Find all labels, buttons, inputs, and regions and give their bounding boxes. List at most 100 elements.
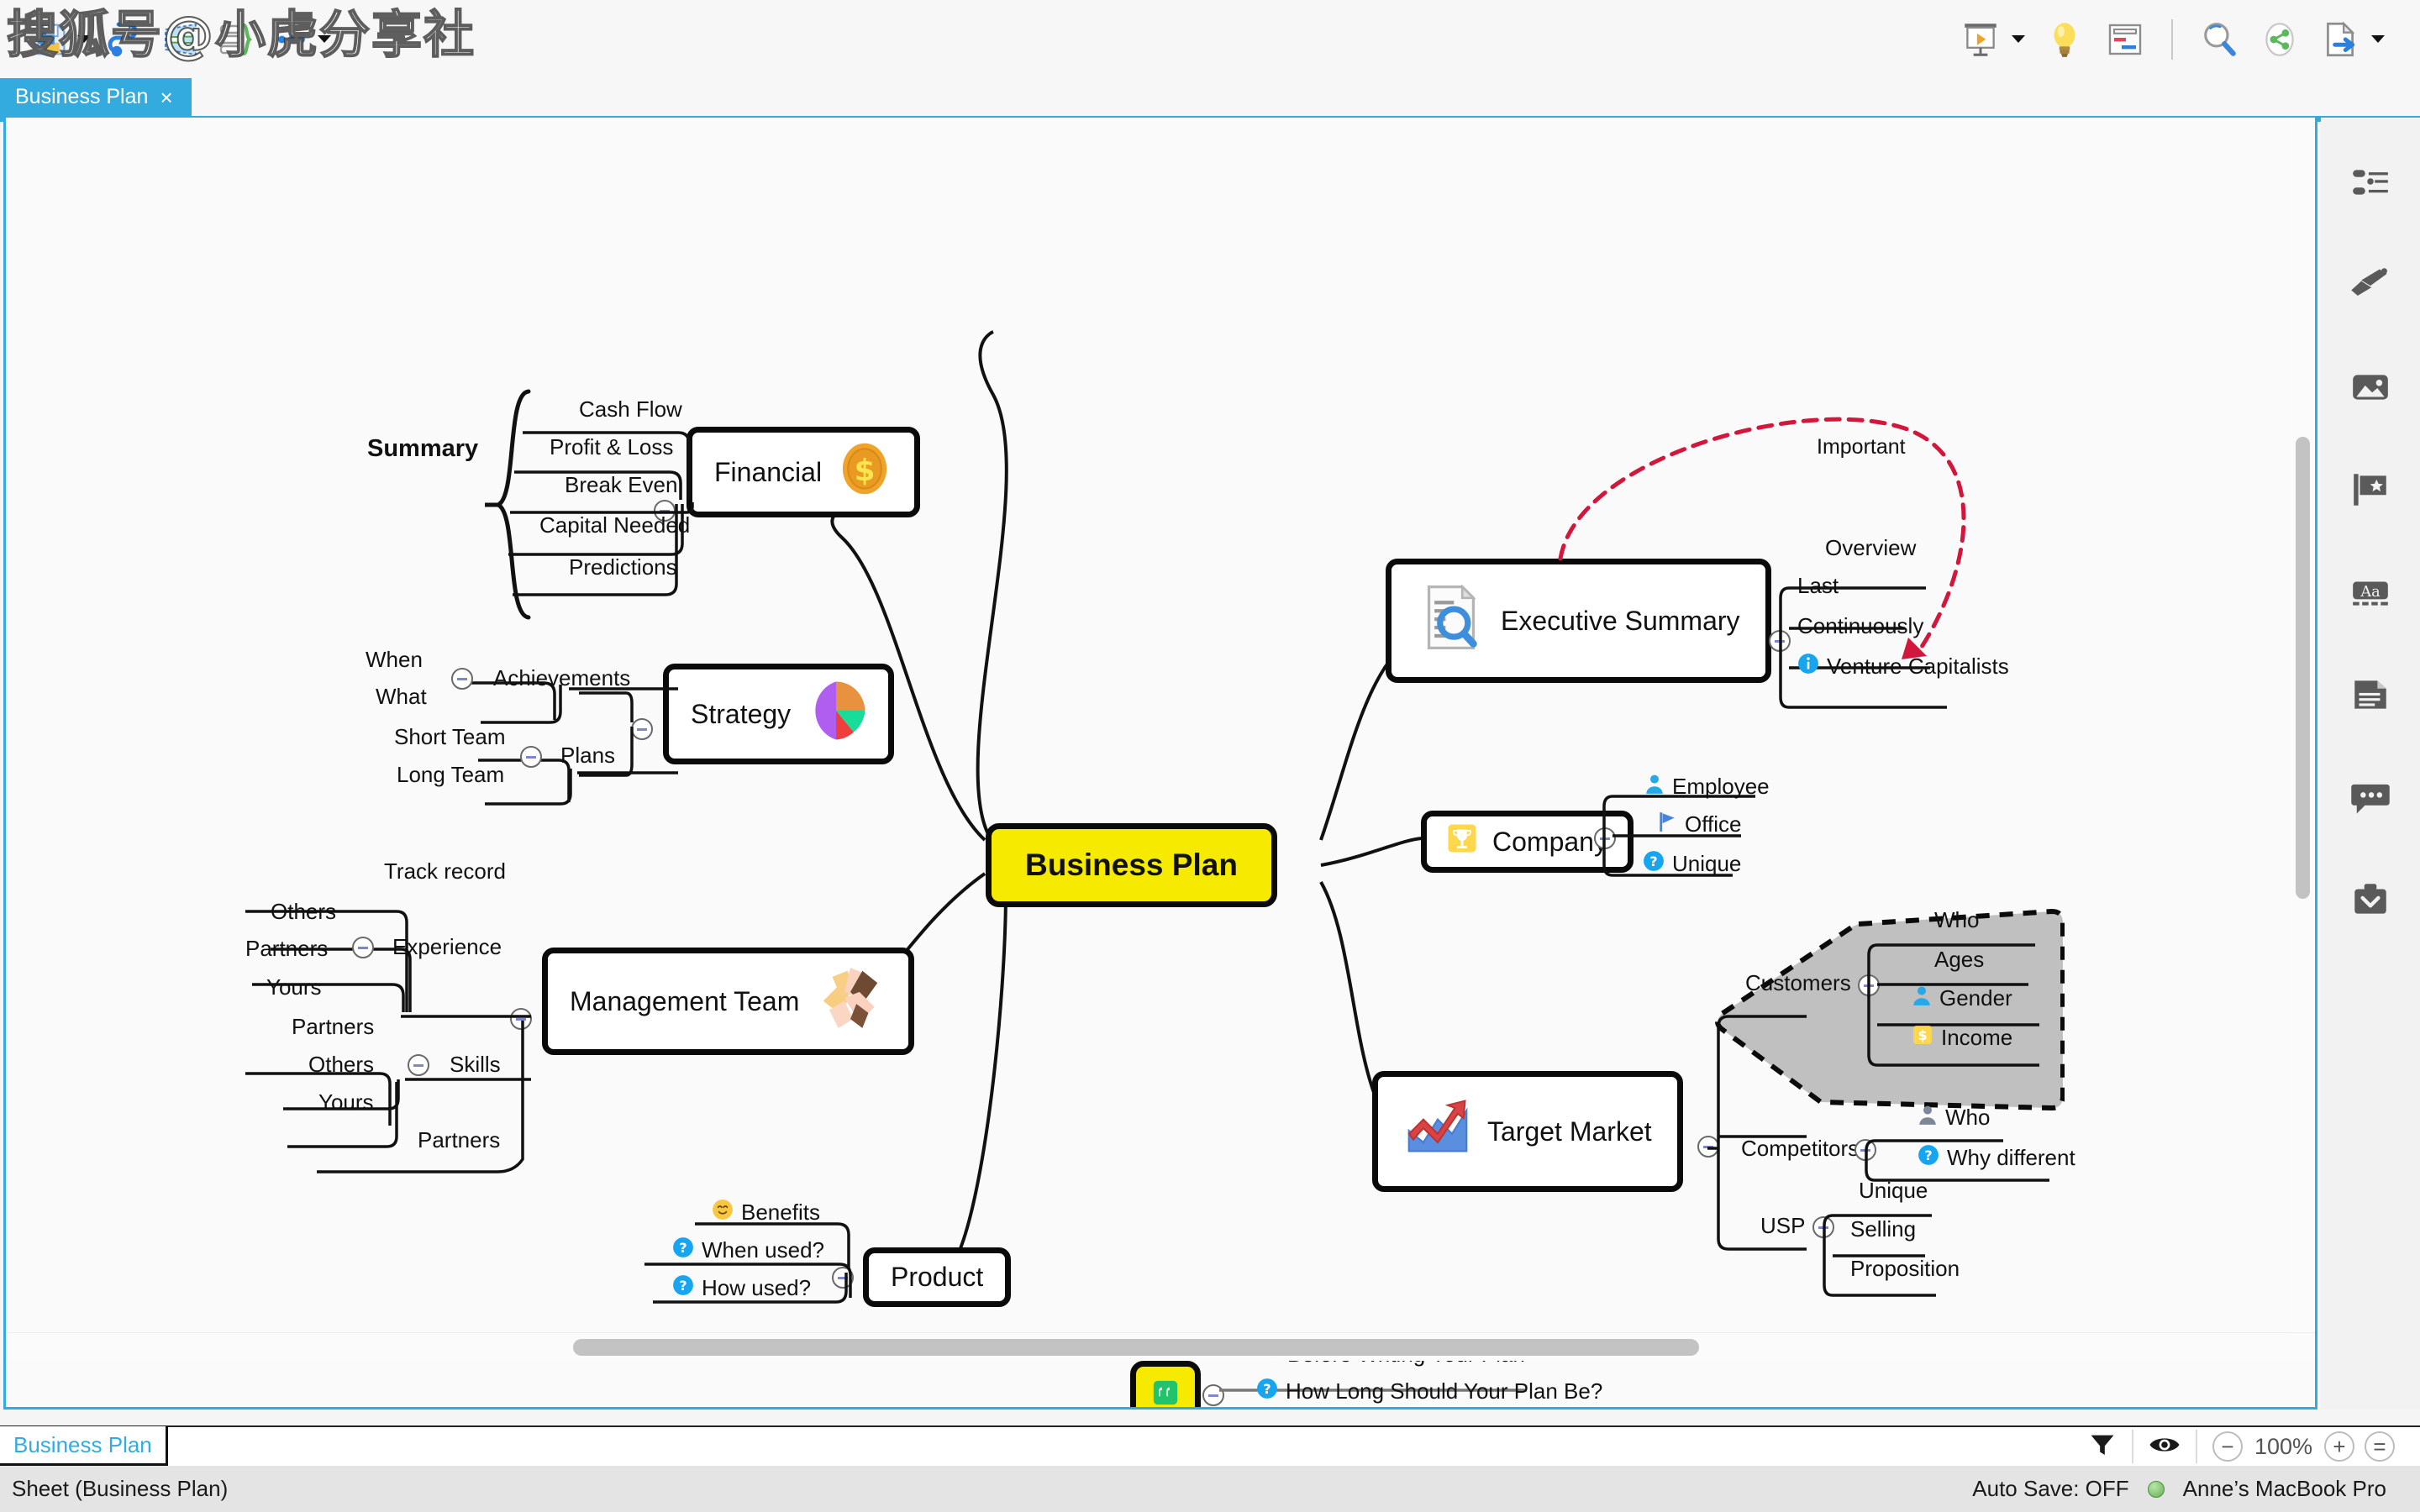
fit-to-screen-button[interactable]: = — [2365, 1431, 2395, 1462]
subtopic-skills-partners[interactable]: Partners — [283, 1012, 382, 1047]
management-team-box[interactable]: Management Team — [542, 948, 915, 1055]
subtopic-plans[interactable]: Plans — [552, 741, 623, 775]
presentation-icon[interactable] — [1954, 13, 2007, 66]
save-icon[interactable] — [25, 13, 77, 66]
subtopic-skills-others[interactable]: Others — [300, 1050, 382, 1084]
style-brush-icon[interactable] — [2339, 254, 2402, 316]
topic-floating-note[interactable] — [1130, 1361, 1201, 1407]
subtopic-long-team[interactable]: Long Team — [388, 760, 513, 795]
save-dropdown-caret[interactable] — [77, 35, 91, 43]
filter-icon[interactable] — [2088, 1431, 2117, 1463]
subtopic-office[interactable]: Office — [1649, 809, 1749, 845]
topic-financial[interactable]: Financial $ — [687, 427, 921, 517]
financial-box[interactable]: Financial $ — [687, 427, 921, 517]
topic-product[interactable]: Product — [863, 1247, 1012, 1307]
zoom-level-label[interactable]: 100% — [2254, 1434, 2312, 1460]
summary-icon[interactable] — [210, 13, 262, 66]
properties-icon[interactable] — [2339, 151, 2402, 213]
subtopic-profit-loss[interactable]: Profit & Loss — [541, 433, 681, 467]
central-topic-label: Business Plan — [1025, 848, 1238, 882]
subtopic-experience-yours[interactable]: Yours — [258, 973, 330, 1007]
export-dropdown-caret[interactable] — [2371, 35, 2385, 43]
task-clipboard-icon[interactable] — [2339, 869, 2402, 931]
subtopic-short-team[interactable]: Short Team — [386, 722, 513, 757]
marker-flag-icon[interactable] — [2339, 459, 2402, 521]
subtopic-capital-needed[interactable]: Capital Needed — [531, 511, 698, 545]
subtopic-competitors-who[interactable]: Who — [1909, 1102, 1998, 1138]
strategy-box[interactable]: Strategy — [663, 664, 895, 764]
map-canvas[interactable]: Business Plan Financial $ Cash Flow Prof… — [6, 118, 2315, 1407]
subtopic-customers[interactable]: Customers — [1737, 969, 1860, 1003]
sheet-tab[interactable]: Business Plan — [0, 1426, 168, 1467]
topic-strategy[interactable]: Strategy — [663, 664, 895, 764]
more-icon[interactable] — [266, 13, 318, 66]
subtopic-experience[interactable]: Experience — [384, 932, 510, 967]
subtopic-usp-unique[interactable]: Unique — [1850, 1176, 1936, 1210]
relationship-label[interactable]: Important — [1817, 435, 1906, 459]
subtopic-management-partners[interactable]: Partners — [409, 1126, 508, 1160]
topic-target-market[interactable]: Target Market — [1372, 1071, 1683, 1192]
floating-note-box[interactable] — [1130, 1361, 1201, 1407]
relationship-important[interactable] — [1552, 407, 2073, 693]
relationship-icon[interactable] — [99, 13, 151, 66]
more-dropdown-caret[interactable] — [318, 35, 331, 43]
horizontal-scrollbar-thumb[interactable] — [573, 1339, 1699, 1356]
presentation-dropdown-caret[interactable] — [2012, 35, 2025, 43]
target-market-box[interactable]: Target Market — [1372, 1071, 1683, 1192]
share-icon[interactable] — [2254, 13, 2306, 66]
subtopic-customers-who[interactable]: Who — [1926, 906, 1987, 940]
subtopic-income[interactable]: $ Income — [1903, 1022, 2021, 1058]
subtopic-achievements[interactable]: Achievements — [485, 664, 639, 698]
subtopic-ages[interactable]: Ages — [1926, 945, 1992, 979]
subtopic-usp[interactable]: USP — [1752, 1211, 1813, 1246]
plans-collapse-toggle[interactable] — [520, 746, 542, 768]
subtopic-when[interactable]: When — [357, 645, 431, 680]
boundary-icon[interactable] — [155, 13, 207, 66]
subtopic-employee[interactable]: Employee — [1636, 771, 1778, 807]
subtopic-company-unique[interactable]: ? Unique — [1634, 848, 1749, 885]
subtopic-proposition[interactable]: Proposition — [1842, 1254, 1968, 1289]
skills-collapse-toggle[interactable] — [408, 1054, 429, 1076]
subtopic-how-long-plan[interactable]: ? How Long Should Your Plan Be? — [1248, 1376, 1611, 1407]
comment-icon[interactable] — [2339, 766, 2402, 828]
subtopic-cash-flow[interactable]: Cash Flow — [571, 395, 691, 429]
search-icon[interactable] — [2193, 13, 2245, 66]
subtopic-how-used[interactable]: ? How used? — [664, 1273, 819, 1309]
subtopic-skills[interactable]: Skills — [441, 1050, 509, 1084]
notes-document-icon[interactable] — [2339, 664, 2402, 726]
subtopic-track-record[interactable]: Track record — [376, 857, 514, 891]
brainstorm-icon[interactable] — [2039, 13, 2091, 66]
export-icon[interactable] — [2314, 13, 2366, 66]
central-topic[interactable]: Business Plan — [986, 823, 1277, 907]
zoom-out-button[interactable]: − — [2212, 1431, 2243, 1462]
subtopic-benefits[interactable]: Benefits — [703, 1197, 829, 1233]
subtopic-what[interactable]: What — [367, 682, 435, 717]
subtopic-break-even[interactable]: Break Even — [556, 470, 686, 505]
subtopic-why-different[interactable]: ? Why different — [1909, 1142, 2084, 1179]
achievements-collapse-toggle[interactable] — [451, 668, 473, 690]
vertical-scrollbar[interactable] — [2290, 118, 2315, 1336]
eye-icon[interactable] — [2149, 1431, 2181, 1463]
subtopic-competitors[interactable]: Competitors — [1733, 1134, 1867, 1168]
subtopic-gender[interactable]: Gender — [1903, 983, 2021, 1019]
subtopic-label: What — [376, 684, 427, 709]
experience-collapse-toggle[interactable] — [352, 937, 374, 958]
subtopic-when-used[interactable]: ? When used? — [664, 1235, 833, 1271]
subtopic-selling[interactable]: Selling — [1842, 1215, 1924, 1249]
vertical-scrollbar-thumb[interactable] — [2296, 437, 2310, 899]
central-topic-box[interactable]: Business Plan — [986, 823, 1277, 907]
subtopic-predictions[interactable]: Predictions — [560, 553, 686, 587]
topic-management-team[interactable]: Management Team — [542, 948, 915, 1055]
subtopic-experience-partners[interactable]: Partners — [237, 934, 336, 969]
subtopic-experience-others[interactable]: Others — [262, 897, 345, 932]
horizontal-scrollbar[interactable] — [6, 1332, 2315, 1361]
outline-icon[interactable] — [2099, 13, 2151, 66]
subtopic-label: Experience — [392, 934, 502, 959]
zoom-in-button[interactable]: + — [2324, 1431, 2354, 1462]
text-aa-icon[interactable]: Aa — [2339, 561, 2402, 623]
close-icon[interactable]: × — [160, 87, 172, 108]
document-tab[interactable]: Business Plan × — [0, 78, 192, 116]
product-box[interactable]: Product — [863, 1247, 1012, 1307]
subtopic-skills-yours[interactable]: Yours — [310, 1088, 382, 1122]
image-icon[interactable] — [2339, 356, 2402, 418]
